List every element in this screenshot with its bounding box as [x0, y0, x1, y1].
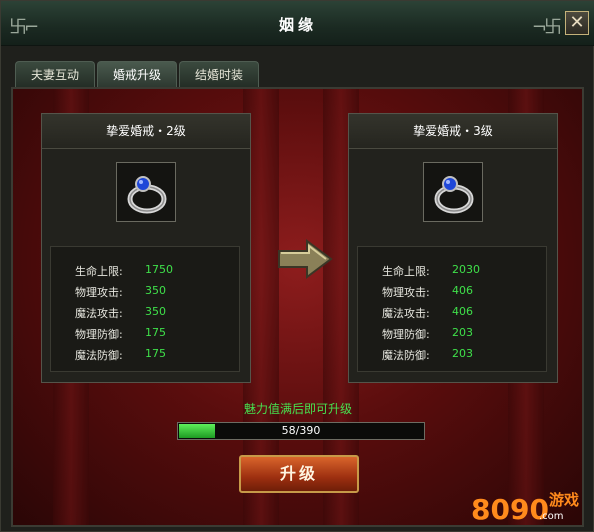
ring-upgrade-window: 卐⌐ ¬卐 姻缘 ✕ 夫妻互动 婚戒升级 结婚时装 挚爱婚戒・2级 生命上限: [0, 0, 594, 532]
next-ring-slot[interactable] [423, 162, 483, 222]
watermark-number: 8090 [471, 493, 549, 526]
ring-icon [127, 176, 167, 214]
stat-row: 物理防御: 175 [51, 326, 239, 347]
upgrade-arrow-icon [277, 239, 333, 283]
stat-value: 406 [452, 305, 473, 318]
stat-row: 物理攻击: 350 [51, 284, 239, 305]
tab-ring-upgrade[interactable]: 婚戒升级 [97, 61, 177, 89]
stat-value: 175 [145, 326, 166, 339]
stat-row: 生命上限: 2030 [358, 263, 546, 284]
stat-value: 350 [145, 284, 166, 297]
stat-row: 魔法防御: 175 [51, 347, 239, 368]
stat-label: 物理防御: [75, 328, 123, 341]
stat-row: 魔法防御: 203 [358, 347, 546, 368]
stat-value: 203 [452, 347, 473, 360]
stat-label: 物理防御: [382, 328, 430, 341]
stat-value: 350 [145, 305, 166, 318]
stat-label: 物理攻击: [75, 286, 123, 299]
stat-row: 生命上限: 1750 [51, 263, 239, 284]
close-button[interactable]: ✕ [565, 11, 589, 35]
watermark-url: .com [539, 511, 564, 522]
stat-row: 物理攻击: 406 [358, 284, 546, 305]
progress-text: 58/390 [281, 424, 321, 437]
stat-label: 生命上限: [75, 265, 123, 278]
stat-row: 物理防御: 203 [358, 326, 546, 347]
stat-label: 魔法防御: [382, 349, 430, 362]
ring-icon [434, 176, 474, 214]
tab-couple-interaction[interactable]: 夫妻互动 [15, 61, 95, 89]
charm-progress-bar: 58/390 [177, 422, 425, 440]
stat-label: 物理攻击: [382, 286, 430, 299]
next-ring-name: 挚爱婚戒・3级 [349, 114, 557, 149]
stat-value: 203 [452, 326, 473, 339]
stat-label: 生命上限: [382, 265, 430, 278]
tab-wedding-outfit[interactable]: 结婚时装 [179, 61, 259, 89]
current-ring-name: 挚爱婚戒・2级 [42, 114, 250, 149]
stat-label: 魔法攻击: [75, 307, 123, 320]
watermark-text: 游戏 [549, 491, 580, 509]
current-ring-slot[interactable] [116, 162, 176, 222]
stat-label: 魔法攻击: [382, 307, 430, 320]
stat-value: 406 [452, 284, 473, 297]
next-ring-stats: 生命上限: 2030 物理攻击: 406 魔法攻击: 406 物理防御: 203… [357, 246, 547, 372]
stat-row: 魔法攻击: 406 [358, 305, 546, 326]
next-ring-panel: 挚爱婚戒・3级 生命上限: 2030 物理攻击: 406 魔法攻击: 406 物… [348, 113, 558, 383]
upgrade-button[interactable]: 升级 [239, 455, 359, 493]
stat-row: 魔法攻击: 350 [51, 305, 239, 326]
upgrade-hint: 魅力值满后即可升级 [243, 402, 352, 416]
window-title: 姻缘 [278, 16, 317, 34]
stat-label: 魔法防御: [75, 349, 123, 362]
title-bar: 卐⌐ ¬卐 姻缘 ✕ [1, 1, 594, 46]
stat-value: 175 [145, 347, 166, 360]
stat-value: 2030 [452, 263, 480, 276]
current-ring-panel: 挚爱婚戒・2级 生命上限: 1750 物理攻击: 350 魔法攻击: 350 物… [41, 113, 251, 383]
current-ring-stats: 生命上限: 1750 物理攻击: 350 魔法攻击: 350 物理防御: 175… [50, 246, 240, 372]
site-watermark: 8090 游戏 .com [471, 479, 589, 529]
stat-value: 1750 [145, 263, 173, 276]
